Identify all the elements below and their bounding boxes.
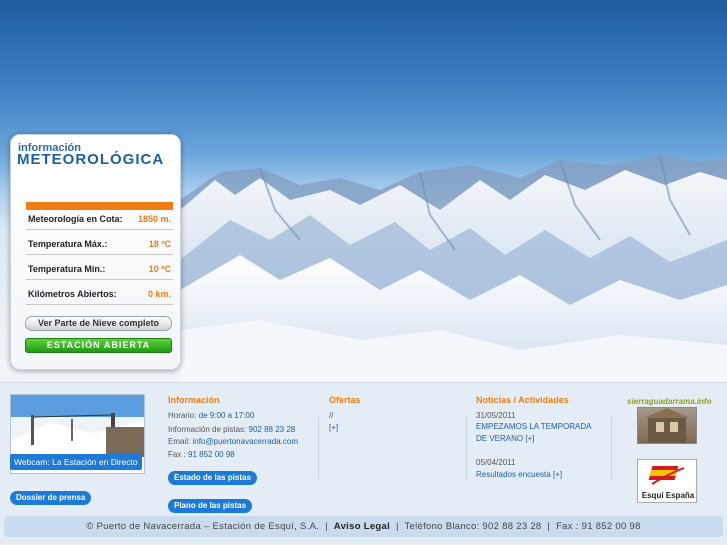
weather-row-label: Meteorología en Cota: (28, 214, 123, 224)
slopes-label: Información de pistas: (168, 425, 247, 434)
weather-row-label: Kilómetros Abiertos: (28, 289, 117, 299)
weather-row-label: Temperatura Mín.: (28, 264, 106, 274)
slope-map-button[interactable]: Plano de las pistas (168, 499, 253, 513)
fax-line: Fax : 91 852 00 98 (168, 450, 235, 459)
sierra-guadarrama-link[interactable]: sierraguadarrama.info (627, 397, 711, 406)
weather-accent-bar (26, 202, 173, 210)
cabin-image (644, 408, 690, 443)
footer-separator: | (395, 521, 399, 532)
column-divider (611, 417, 612, 479)
legal-notice-link[interactable]: Aviso Legal (334, 521, 390, 532)
weather-row-value: 1850 m. (137, 214, 171, 224)
sierra-guadarrama-photo[interactable] (637, 407, 697, 444)
hours-value: de 9:00 a 17:00 (198, 411, 255, 420)
footer-bar: © Puerto de Navacerrada – Estación de Es… (4, 516, 723, 537)
weather-row-max: Temperatura Máx.: 18 ºC (26, 235, 173, 255)
fax-label: Fax : (168, 450, 186, 459)
weather-row-cota: Meteorología en Cota: 1850 m. (26, 210, 173, 230)
footer: © Puerto de Navacerrada – Estación de Es… (0, 514, 727, 545)
info-strip: Webcam: La Estación en Directo Dossier d… (0, 382, 727, 514)
snow-report-button[interactable]: Ver Parte de Nieve completo (25, 316, 172, 331)
hours-label: Horario: (168, 411, 197, 420)
news-link[interactable]: DE VERANO [+] (476, 434, 534, 443)
weather-row-label: Temperatura Máx.: (28, 239, 108, 249)
webcam-label[interactable]: Webcam: La Estación en Directo (10, 454, 142, 470)
news-date: 31/05/2011 (476, 411, 516, 420)
weather-panel: información METEOROLÓGICA Meteorología e… (10, 134, 181, 370)
column-divider (318, 417, 319, 479)
esqui-espana-text: Esquí España (641, 491, 695, 500)
footer-fax: Fax : 91 852 00 98 (556, 521, 641, 532)
press-dossier-button[interactable]: Dossier de prensa (10, 491, 92, 505)
weather-row-min: Temperatura Mín.: 10 ºC (26, 260, 173, 280)
slopes-line: Información de pistas: 902 88 23 28 (168, 425, 295, 434)
station-status-button[interactable]: ESTACIÓN ABIERTA (25, 338, 172, 353)
weather-row-value: 10 ºC (148, 264, 171, 274)
slope-status-button[interactable]: Estado de las pistas (168, 471, 257, 485)
weather-row-value: 18 ºC (148, 239, 171, 249)
footer-phone: Teléfono Blanco: 902 88 23 28 (404, 521, 542, 532)
esqui-espana-emblem (648, 466, 685, 485)
slopes-phone: 902 88 23 28 (248, 425, 296, 434)
weather-title: METEOROLÓGICA (17, 151, 165, 168)
footer-separator: | (547, 521, 551, 532)
offers-more-link[interactable]: [+] (329, 423, 338, 432)
fax-value: 91 852 00 98 (188, 450, 235, 459)
esqui-espana-logo[interactable]: Esquí España (637, 459, 697, 503)
news-link[interactable]: EMPEZAMOS LA TEMPORADA (476, 422, 591, 431)
email-link[interactable]: info@puertonavacerrada.com (192, 437, 298, 446)
footer-copyright: © Puerto de Navacerrada – Estación de Es… (86, 521, 320, 532)
news-link[interactable]: Resultados encuesta [+] (476, 470, 562, 479)
info-title: Información (168, 395, 220, 405)
hours-line: Horario: de 9:00 a 17:00 (168, 411, 254, 420)
email-label: Email: (168, 437, 191, 446)
weather-row-km: Kilómetros Abiertos: 0 km. (26, 285, 173, 305)
footer-separator: | (325, 521, 328, 532)
email-line: Email: info@puertonavacerrada.com (168, 437, 298, 446)
news-date: 05/04/2011 (476, 458, 516, 467)
offers-title: Ofertas (329, 395, 361, 405)
column-divider (466, 417, 467, 479)
offers-text: // (329, 411, 334, 420)
weather-row-value: 0 km. (147, 289, 171, 299)
news-title: Noticias / Actividades (476, 395, 569, 405)
